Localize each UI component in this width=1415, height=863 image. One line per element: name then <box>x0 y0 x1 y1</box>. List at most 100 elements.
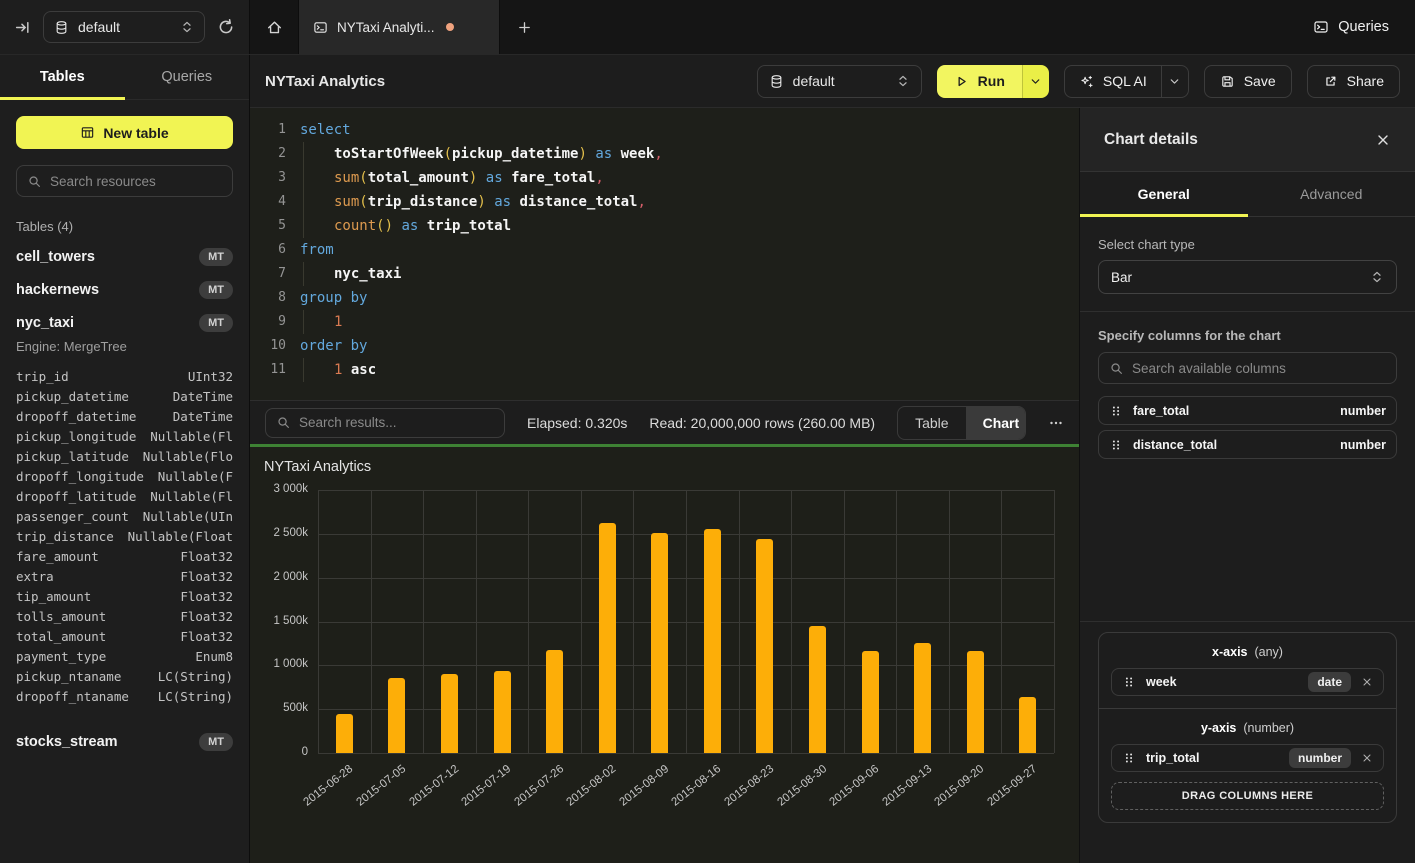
drag-handle-icon[interactable] <box>1122 751 1136 765</box>
sql-editor[interactable]: 1select2toStartOfWeek(pickup_datetime) a… <box>250 108 1079 400</box>
gridline <box>581 490 582 753</box>
x-axis-column-week[interactable]: week date <box>1111 668 1384 696</box>
tab-nytaxi-analytics[interactable]: NYTaxi Analyti... <box>298 0 500 54</box>
remove-column-button[interactable] <box>1361 676 1373 688</box>
column-row: dropoff_latitudeNullable(Fl <box>16 489 233 509</box>
column-item-fare-total[interactable]: fare_total number <box>1098 396 1397 425</box>
run-button[interactable]: Run <box>937 65 1022 98</box>
column-name: fare_amount <box>16 549 99 569</box>
sql-ai-button[interactable]: SQL AI <box>1065 66 1161 97</box>
line-number: 5 <box>250 214 286 238</box>
new-table-label: New table <box>103 125 168 141</box>
home-icon <box>266 19 283 36</box>
new-tab-button[interactable] <box>500 0 548 54</box>
y-tick-label: 500k <box>250 702 308 714</box>
table-row-cell-towers[interactable]: cell_towers MT <box>0 240 249 273</box>
plus-icon <box>517 20 532 35</box>
view-toggle-table[interactable]: Table <box>898 407 965 439</box>
gridline <box>686 490 687 753</box>
topbar-database-selector[interactable]: default <box>43 11 205 43</box>
column-row: pickup_latitudeNullable(Flo <box>16 449 233 469</box>
y-axis-column-trip-total[interactable]: trip_total number <box>1111 744 1384 772</box>
column-name: extra <box>16 569 54 589</box>
chart-details-header: Chart details <box>1080 108 1415 172</box>
bar-2015-06-28 <box>336 714 353 753</box>
axis-configuration-card: x-axis (any) week date y-axis (number) <box>1098 632 1397 823</box>
sidebar-tab-queries[interactable]: Queries <box>125 55 250 99</box>
column-name: fare_total <box>1133 404 1189 418</box>
drag-handle-icon[interactable] <box>1122 675 1136 689</box>
run-label: Run <box>978 73 1005 89</box>
query-title: NYTaxi Analytics <box>265 73 385 90</box>
divider <box>1080 621 1415 622</box>
collapse-sidebar-icon[interactable] <box>14 19 31 36</box>
sidebar-search-input[interactable] <box>50 174 222 189</box>
chart-type-select[interactable]: Bar <box>1098 260 1397 294</box>
refresh-button[interactable] <box>217 18 235 36</box>
drag-handle-icon[interactable] <box>1109 404 1123 418</box>
table-row-stocks-stream[interactable]: stocks_stream MT <box>0 725 249 758</box>
column-name: dropoff_longitude <box>16 469 144 489</box>
column-name: trip_id <box>16 369 69 389</box>
engine-badge: MT <box>199 281 233 299</box>
bar-2015-08-23 <box>756 539 773 753</box>
drag-handle-icon[interactable] <box>1109 438 1123 452</box>
home-button[interactable] <box>250 0 298 54</box>
code-text: from <box>300 238 334 262</box>
bar-chart-plot <box>318 490 1054 753</box>
column-name: dropoff_latitude <box>16 489 136 509</box>
results-more-button[interactable] <box>1048 415 1064 431</box>
columns-search-input[interactable] <box>1132 361 1386 376</box>
column-type: UInt32 <box>188 369 233 389</box>
column-name: trip_total <box>1146 751 1199 765</box>
play-icon <box>954 74 969 89</box>
column-name: distance_total <box>1133 438 1217 452</box>
save-label: Save <box>1244 73 1276 89</box>
tab-advanced[interactable]: Advanced <box>1248 172 1415 216</box>
terminal-icon <box>313 20 328 35</box>
column-row: total_amountFloat32 <box>16 629 233 649</box>
columns-search <box>1098 352 1397 384</box>
available-columns-list: fare_total number distance_total number <box>1098 396 1397 459</box>
column-item-distance-total[interactable]: distance_total number <box>1098 430 1397 459</box>
query-database-selector[interactable]: default <box>757 65 922 98</box>
queries-button[interactable]: Queries <box>1287 0 1415 54</box>
column-type: Float32 <box>180 629 233 649</box>
run-options-button[interactable] <box>1022 65 1049 98</box>
table-row-hackernews[interactable]: hackernews MT <box>0 273 249 306</box>
sql-ai-options-button[interactable] <box>1161 66 1188 97</box>
query-database-value: default <box>793 73 835 89</box>
line-number: 10 <box>250 334 286 358</box>
gridline <box>633 490 634 753</box>
divider <box>1080 311 1415 312</box>
column-type: Nullable(Fl <box>150 429 233 449</box>
drag-columns-drop-zone[interactable]: DRAG COLUMNS HERE <box>1111 782 1384 810</box>
code-line: 8group by <box>250 286 1079 310</box>
code-line: 111 asc <box>250 358 1079 382</box>
column-name: dropoff_datetime <box>16 409 136 429</box>
bar-2015-07-19 <box>494 671 511 753</box>
table-row-nyc-taxi[interactable]: nyc_taxi MT <box>0 306 249 339</box>
column-name: dropoff_ntaname <box>16 689 129 709</box>
terminal-icon <box>1313 19 1329 35</box>
new-table-button[interactable]: New table <box>16 116 233 149</box>
bar-2015-09-06 <box>862 651 879 753</box>
line-number: 6 <box>250 238 286 262</box>
column-type: Nullable(UIn <box>143 509 233 529</box>
y-tick-label: 1 000k <box>250 658 308 670</box>
sidebar-tab-tables[interactable]: Tables <box>0 55 125 99</box>
remove-column-button[interactable] <box>1361 752 1373 764</box>
column-type: number <box>1340 404 1386 418</box>
search-icon <box>1109 361 1124 376</box>
tab-general[interactable]: General <box>1080 172 1248 216</box>
results-search-input[interactable] <box>299 415 494 430</box>
column-type: DateTime <box>173 409 233 429</box>
save-button[interactable]: Save <box>1204 65 1292 98</box>
x-axis-section: x-axis (any) week date <box>1099 633 1396 708</box>
close-panel-button[interactable] <box>1375 132 1391 148</box>
close-icon <box>1361 752 1373 764</box>
code-line: 4sum(trip_distance) as distance_total, <box>250 190 1079 214</box>
gridline <box>1001 490 1002 753</box>
share-button[interactable]: Share <box>1307 65 1400 98</box>
view-toggle-chart[interactable]: Chart <box>966 407 1026 439</box>
